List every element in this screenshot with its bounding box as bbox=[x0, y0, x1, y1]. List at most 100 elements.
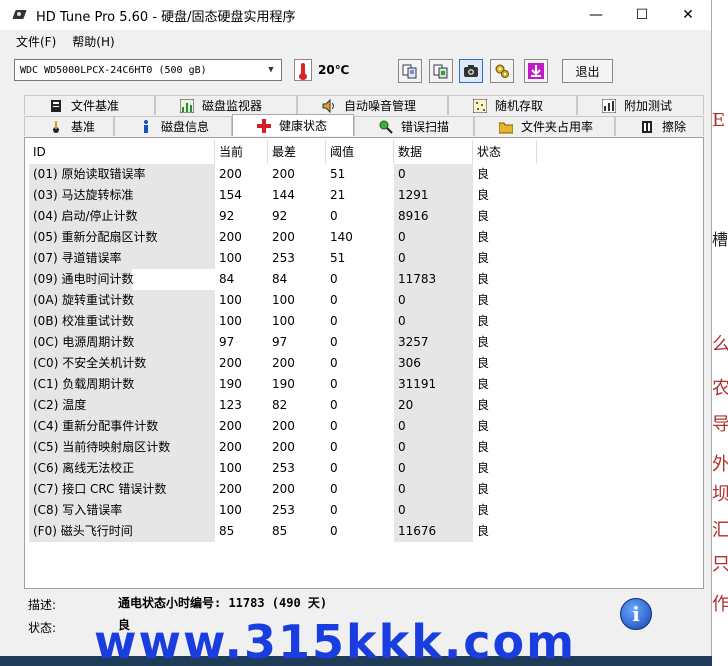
column-header-data[interactable]: 数据 bbox=[394, 140, 473, 164]
tab-label: 附加测试 bbox=[624, 99, 673, 113]
cell-status: 良 bbox=[477, 503, 490, 517]
tab-file-benchmark[interactable]: 文件基准 bbox=[24, 95, 155, 115]
copy-text-button[interactable] bbox=[398, 59, 422, 83]
cell-current: 200 bbox=[219, 440, 242, 454]
options-button[interactable] bbox=[490, 59, 514, 83]
cell-status: 良 bbox=[477, 188, 490, 202]
cell-current: 200 bbox=[219, 419, 242, 433]
cell-data: 31191 bbox=[394, 374, 473, 395]
maximize-icon: ☐ bbox=[635, 7, 649, 23]
tab-folder-usage[interactable]: 文件夹占用率 bbox=[474, 116, 615, 136]
table-row[interactable]: (C6) 离线无法校正 100 253 0 0 良 bbox=[29, 458, 537, 479]
extra-tests-icon bbox=[602, 98, 616, 113]
table-row[interactable]: (0A) 旋转重试计数 100 100 0 0 良 bbox=[29, 290, 537, 311]
cell-threshold: 21 bbox=[330, 188, 346, 202]
table-row[interactable]: (C5) 当前待映射扇区计数 200 200 0 0 良 bbox=[29, 437, 537, 458]
tab-extra-tests[interactable]: 附加测试 bbox=[577, 95, 704, 115]
table-row[interactable]: (C7) 接口 CRC 错误计数 200 200 0 0 良 bbox=[29, 479, 537, 500]
table-row[interactable]: (01) 原始读取错误率 200 200 51 0 良 bbox=[29, 164, 537, 185]
table-row[interactable]: (C0) 不安全关机计数 200 200 0 306 良 bbox=[29, 353, 537, 374]
cell-id: (C2) 温度 bbox=[29, 395, 215, 416]
tab-disk-info[interactable]: 磁盘信息 bbox=[114, 116, 232, 136]
table-row[interactable]: (C2) 温度 123 82 0 20 良 bbox=[29, 395, 537, 416]
close-icon: ✕ bbox=[682, 7, 694, 23]
tab-label: 随机存取 bbox=[495, 99, 544, 113]
menu-file[interactable]: 文件(F) bbox=[8, 33, 64, 50]
tab-noise-management[interactable]: 自动噪音管理 bbox=[297, 95, 448, 115]
cell-worst: 200 bbox=[272, 167, 295, 181]
maximize-button[interactable]: ☐ bbox=[619, 0, 665, 30]
cell-current: 200 bbox=[219, 167, 242, 181]
cell-worst: 92 bbox=[272, 209, 288, 223]
column-header-current[interactable]: 当前 bbox=[215, 140, 268, 164]
cell-status: 良 bbox=[477, 293, 490, 307]
table-row[interactable]: (C1) 负载周期计数 190 190 0 31191 良 bbox=[29, 374, 537, 395]
minimize-button[interactable]: — bbox=[573, 0, 619, 30]
magnifier-icon bbox=[379, 120, 393, 134]
cell-data: 3257 bbox=[394, 332, 473, 353]
tabs-bottom-row: 基准 磁盘信息 健康状态 错误扫描 文件夹占用率 擦除 bbox=[24, 114, 704, 136]
temperature-value: 20℃ bbox=[318, 63, 350, 77]
column-header-threshold[interactable]: 阈值 bbox=[326, 140, 394, 164]
cell-id: (04) 启动/停止计数 bbox=[29, 206, 215, 227]
table-row[interactable]: (07) 寻道错误率 100 253 51 0 良 bbox=[29, 248, 537, 269]
cell-data: 0 bbox=[394, 164, 473, 185]
cell-threshold: 0 bbox=[330, 272, 338, 286]
cell-data: 0 bbox=[394, 248, 473, 269]
hd-tune-window: HD Tune Pro 5.60 - 硬盘/固态硬盘实用程序 — ☐ ✕ 文件(… bbox=[0, 0, 712, 666]
gears-icon bbox=[495, 64, 509, 78]
copy-screenshot-button[interactable] bbox=[429, 59, 453, 83]
drive-select-value: WDC WD5000LPCX-24C6HT0 (500 gB) bbox=[20, 64, 207, 76]
cell-threshold: 0 bbox=[330, 293, 338, 307]
tab-disk-monitor[interactable]: 磁盘监视器 bbox=[155, 95, 297, 115]
tab-label: 磁盘监视器 bbox=[202, 99, 263, 113]
cell-status: 良 bbox=[477, 482, 490, 496]
watermark-text: www.315kkk.com bbox=[94, 615, 577, 666]
tabs-top-row: 文件基准 磁盘监视器 自动噪音管理 随机存取 附加测试 bbox=[24, 95, 704, 115]
table-row[interactable]: (05) 重新分配扇区计数 200 200 140 0 良 bbox=[29, 227, 537, 248]
screenshot-button[interactable] bbox=[459, 59, 483, 83]
drive-select[interactable]: WDC WD5000LPCX-24C6HT0 (500 gB) ▼ bbox=[14, 59, 282, 81]
cell-worst: 200 bbox=[272, 440, 295, 454]
cell-status: 良 bbox=[477, 398, 490, 412]
benchmark-icon bbox=[49, 120, 63, 134]
tab-erase[interactable]: 擦除 bbox=[615, 116, 704, 136]
cell-data: 0 bbox=[394, 479, 473, 500]
column-header-status[interactable]: 状态 bbox=[473, 140, 537, 164]
cell-data: 20 bbox=[394, 395, 473, 416]
tab-benchmark[interactable]: 基准 bbox=[24, 116, 114, 136]
save-button[interactable] bbox=[524, 59, 548, 83]
cell-status: 良 bbox=[477, 377, 490, 391]
cell-data: 0 bbox=[394, 290, 473, 311]
table-header: ID 当前 最差 阈值 数据 状态 bbox=[29, 140, 537, 164]
cell-data: 11676 bbox=[394, 521, 473, 542]
tab-label: 错误扫描 bbox=[401, 120, 450, 134]
cell-data: 306 bbox=[394, 353, 473, 374]
cell-current: 200 bbox=[219, 482, 242, 496]
column-header-id[interactable]: ID bbox=[29, 140, 215, 164]
cell-status: 良 bbox=[477, 419, 490, 433]
table-row[interactable]: (03) 马达旋转标准 154 144 21 1291 良 bbox=[29, 185, 537, 206]
cell-worst: 190 bbox=[272, 377, 295, 391]
cell-threshold: 140 bbox=[330, 230, 353, 244]
table-row[interactable]: (C8) 写入错误率 100 253 0 0 良 bbox=[29, 500, 537, 521]
menu-help[interactable]: 帮助(H) bbox=[64, 33, 122, 50]
toolbar: WDC WD5000LPCX-24C6HT0 (500 gB) ▼ 20℃ 退出 bbox=[0, 52, 711, 88]
table-row[interactable]: (0B) 校准重试计数 100 100 0 0 良 bbox=[29, 311, 537, 332]
close-button[interactable]: ✕ bbox=[665, 0, 711, 30]
table-row[interactable]: (09) 通电时间计数 84 84 0 11783 良 bbox=[29, 269, 537, 290]
tab-label: 健康状态 bbox=[279, 119, 328, 133]
exit-button[interactable]: 退出 bbox=[562, 59, 613, 83]
cell-worst: 200 bbox=[272, 482, 295, 496]
column-header-worst[interactable]: 最差 bbox=[268, 140, 326, 164]
table-row[interactable]: (F0) 磁头飞行时间 85 85 0 11676 良 bbox=[29, 521, 537, 542]
cell-status: 良 bbox=[477, 272, 490, 286]
tab-random-access[interactable]: 随机存取 bbox=[448, 95, 577, 115]
table-row[interactable]: (04) 启动/停止计数 92 92 0 8916 良 bbox=[29, 206, 537, 227]
table-row[interactable]: (C4) 重新分配事件计数 200 200 0 0 良 bbox=[29, 416, 537, 437]
cell-threshold: 0 bbox=[330, 440, 338, 454]
tab-health[interactable]: 健康状态 bbox=[232, 114, 354, 136]
tab-error-scan[interactable]: 错误扫描 bbox=[354, 116, 474, 136]
table-row[interactable]: (0C) 电源周期计数 97 97 0 3257 良 bbox=[29, 332, 537, 353]
info-button[interactable]: i bbox=[620, 598, 652, 630]
